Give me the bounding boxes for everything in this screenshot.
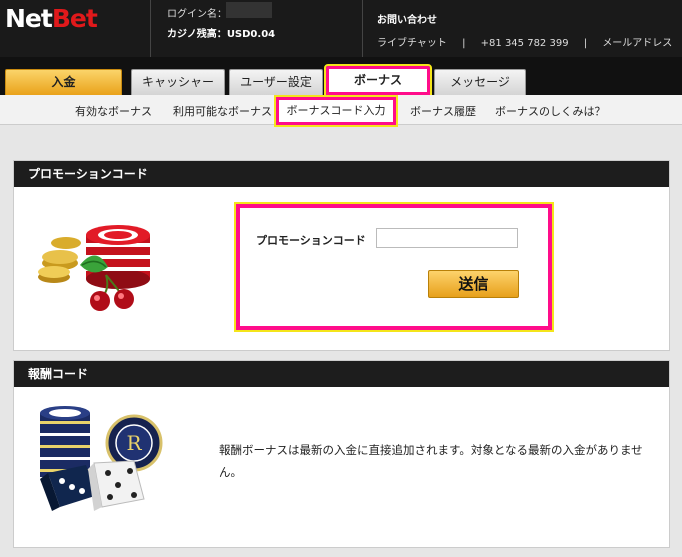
casino-balance: カジノ残高：USD0.04 [167, 25, 275, 40]
main-nav: 入金 キャッシャー ユーザー設定 ボーナス メッセージ [0, 57, 682, 97]
tab-message[interactable]: メッセージ [434, 69, 526, 95]
subnav-available-bonuses[interactable]: 利用可能なボーナス [173, 103, 272, 119]
subnav-bonus-history[interactable]: ボーナス履歴 [410, 103, 476, 119]
balance-label: カジノ残高： [167, 29, 227, 40]
reward-code-panel: 報酬コード R 報酬ボーナスは最新の入金に直接追加されます。対象となる最新の入金… [13, 360, 670, 548]
contact-title: お問い合わせ [377, 15, 437, 26]
tab-user-settings[interactable]: ユーザー設定 [229, 69, 323, 95]
submit-button[interactable]: 送信 [428, 270, 519, 298]
live-chat-link[interactable]: ライブチャット [377, 34, 447, 49]
login-name-value [226, 2, 272, 18]
subnav-bonus-code-entry[interactable]: ボーナスコード入力 [274, 95, 398, 127]
header-divider [362, 0, 363, 57]
tab-deposit[interactable]: 入金 [5, 69, 122, 95]
promo-code-label: プロモーションコード [256, 234, 366, 247]
reward-description: 報酬ボーナスは最新の入金に直接追加されます。対象となる最新の入金がありません。 [219, 443, 643, 479]
promo-code-form: プロモーションコード 送信 [234, 202, 554, 332]
contact-links: ライブチャット | +81 345 782 399 | メールアドレス [377, 34, 672, 49]
tab-bonus[interactable]: ボーナス [324, 64, 432, 97]
promo-panel-title: プロモーションコード [14, 161, 669, 187]
contact-separator: | [462, 38, 466, 49]
reward-panel-title: 報酬コード [14, 361, 669, 387]
chips-dice-illustration: R [40, 406, 163, 511]
promo-code-panel: プロモーションコード プロモーションコード 送信 [13, 160, 670, 351]
bonus-subnav: 有効なボーナス 利用可能なボーナス ボーナスコード入力 ボーナス履歴 ボーナスの… [0, 95, 682, 127]
tab-cashier[interactable]: キャッシャー [131, 69, 225, 95]
logo-net: Net [5, 4, 53, 33]
email-link[interactable]: メールアドレス [602, 34, 672, 49]
subnav-active-bonuses[interactable]: 有効なボーナス [75, 103, 152, 119]
netbet-logo[interactable]: NetBet [5, 4, 98, 33]
top-header: NetBet ログイン名： カジノ残高：USD0.04 お問い合わせ ライブチャ… [0, 0, 682, 57]
contact-separator: | [583, 38, 588, 49]
promo-code-input[interactable] [376, 228, 518, 248]
header-divider [150, 0, 151, 57]
svg-text:R: R [126, 431, 142, 455]
subnav-how-bonus-works[interactable]: ボーナスのしくみは？ [495, 103, 605, 119]
logo-bet: Bet [51, 4, 98, 33]
balance-value: USD0.04 [226, 29, 276, 40]
chips-cherries-illustration [38, 225, 150, 311]
login-name-label: ログイン名： [167, 9, 227, 20]
phone-number[interactable]: +81 345 782 399 [481, 38, 569, 49]
